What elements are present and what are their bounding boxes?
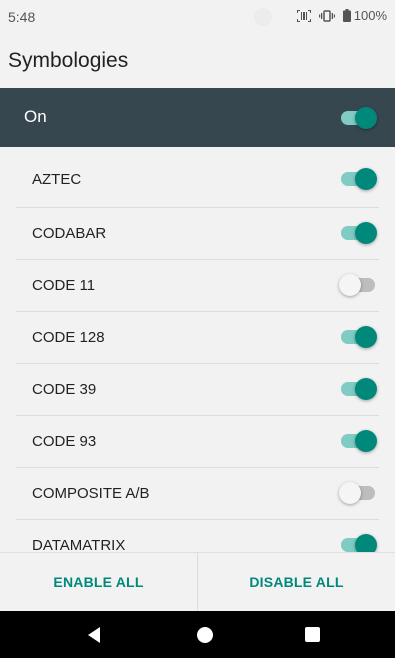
code-11-toggle-switch[interactable] [339, 273, 377, 297]
list-item-label: CODE 93 [32, 433, 97, 450]
switch-thumb [339, 274, 361, 296]
enable-all-button[interactable]: ENABLE ALL [0, 553, 197, 611]
scanner-icon [296, 9, 311, 22]
code-39-toggle-switch[interactable] [339, 377, 377, 401]
code-128-toggle-switch[interactable] [339, 325, 377, 349]
switch-thumb [355, 222, 377, 244]
status-icons: 100% [296, 8, 387, 23]
battery-icon [342, 9, 351, 22]
list-item-label: CODE 11 [32, 277, 96, 294]
list-item-code-128[interactable]: CODE 128 [16, 312, 379, 364]
back-icon[interactable] [88, 627, 100, 643]
list-item-label: DATAMATRIX [32, 537, 126, 552]
list-item-label: CODABAR [32, 225, 107, 242]
list-item-label: COMPOSITE A/B [32, 485, 150, 502]
page-title: Symbologies [8, 49, 129, 72]
switch-thumb [355, 168, 377, 190]
composite-ab-toggle-switch[interactable] [339, 481, 377, 505]
status-bar: 5:48 100% [0, 0, 395, 34]
battery-percent: 100% [353, 8, 387, 23]
vibrate-icon [318, 9, 335, 22]
aztec-toggle-switch[interactable] [339, 167, 377, 191]
list-item-aztec[interactable]: AZTEC [16, 147, 379, 208]
code-93-toggle-switch[interactable] [339, 429, 377, 453]
list-item-code-39[interactable]: CODE 39 [16, 364, 379, 416]
disable-all-button[interactable]: DISABLE ALL [198, 553, 395, 611]
status-indicator-dot [254, 8, 272, 26]
master-switch-label: On [24, 107, 47, 126]
master-toggle-switch[interactable] [339, 106, 377, 130]
codabar-toggle-switch[interactable] [339, 221, 377, 245]
list-item-code-11[interactable]: CODE 11 [16, 260, 379, 312]
list-item-label: AZTEC [32, 171, 82, 188]
list-item-code-93[interactable]: CODE 93 [16, 416, 379, 468]
switch-thumb [355, 107, 377, 129]
list-item-datamatrix[interactable]: DATAMATRIX [16, 520, 379, 552]
switch-thumb [355, 326, 377, 348]
app-header: Symbologies [0, 34, 395, 88]
symbology-list[interactable]: AZTEC CODABAR CODE 11 CODE 128 CODE 39 C… [0, 147, 395, 552]
switch-thumb [339, 482, 361, 504]
list-item-label: CODE 39 [32, 381, 97, 398]
switch-thumb [355, 378, 377, 400]
status-time: 5:48 [8, 9, 36, 25]
switch-thumb [355, 430, 377, 452]
list-item-codabar[interactable]: CODABAR [16, 208, 379, 260]
navigation-bar [0, 611, 395, 658]
list-item-label: CODE 128 [32, 329, 105, 346]
battery-status: 100% [342, 8, 387, 23]
list-item-composite-ab[interactable]: COMPOSITE A/B [16, 468, 379, 520]
home-icon[interactable] [197, 627, 213, 643]
datamatrix-toggle-switch[interactable] [339, 533, 377, 552]
master-switch-row[interactable]: On [0, 88, 395, 147]
switch-thumb [355, 534, 377, 552]
recents-icon[interactable] [305, 627, 320, 642]
action-bar: ENABLE ALL DISABLE ALL [0, 552, 395, 611]
